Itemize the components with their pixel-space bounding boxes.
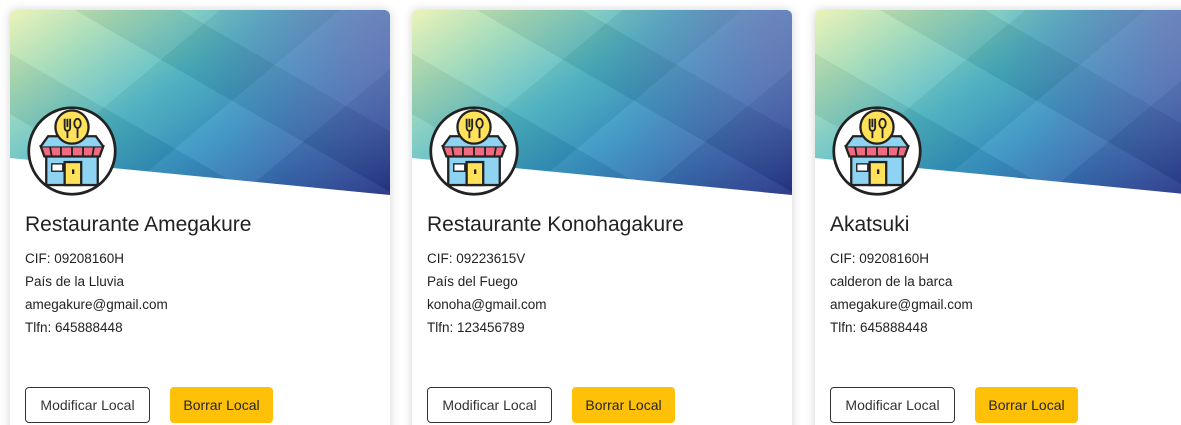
restaurant-cif: CIF: 09223615V: [427, 251, 526, 266]
restaurant-address: País de la Lluvia: [25, 274, 125, 289]
restaurant-cif: CIF: 09208160H: [25, 251, 125, 266]
restaurant-email: amegakure@gmail.com: [830, 297, 973, 312]
modify-local-button[interactable]: Modificar Local: [830, 387, 955, 423]
restaurant-email: amegakure@gmail.com: [25, 297, 168, 312]
delete-local-button[interactable]: Borrar Local: [975, 387, 1078, 423]
restaurant-address: calderon de la barca: [830, 274, 953, 289]
restaurant-phone: Tlfn: 645888448: [830, 320, 928, 335]
restaurant-name: Akatsuki: [830, 213, 910, 236]
delete-local-button[interactable]: Borrar Local: [572, 387, 675, 423]
restaurant-phone: Tlfn: 123456789: [427, 320, 525, 335]
restaurant-email: konoha@gmail.com: [427, 297, 547, 312]
restaurant-store-icon: [27, 106, 117, 196]
restaurant-store-icon: [832, 106, 922, 196]
restaurant-card: Akatsuki CIF: 09208160H calderon de la b…: [815, 10, 1181, 425]
restaurant-phone: Tlfn: 645888448: [25, 320, 123, 335]
modify-local-button[interactable]: Modificar Local: [25, 387, 150, 423]
restaurant-name: Restaurante Amegakure: [25, 213, 252, 236]
restaurant-card: Restaurante Konohagakure CIF: 09223615V …: [412, 10, 792, 425]
delete-local-button[interactable]: Borrar Local: [170, 387, 273, 423]
restaurant-card: Restaurante Amegakure CIF: 09208160H Paí…: [10, 10, 390, 425]
restaurant-cif: CIF: 09208160H: [830, 251, 930, 266]
restaurant-store-icon: [429, 106, 519, 196]
restaurant-card-grid: Restaurante Amegakure CIF: 09208160H Paí…: [0, 0, 1181, 425]
restaurant-address: País del Fuego: [427, 274, 518, 289]
restaurant-name: Restaurante Konohagakure: [427, 213, 684, 236]
modify-local-button[interactable]: Modificar Local: [427, 387, 552, 423]
